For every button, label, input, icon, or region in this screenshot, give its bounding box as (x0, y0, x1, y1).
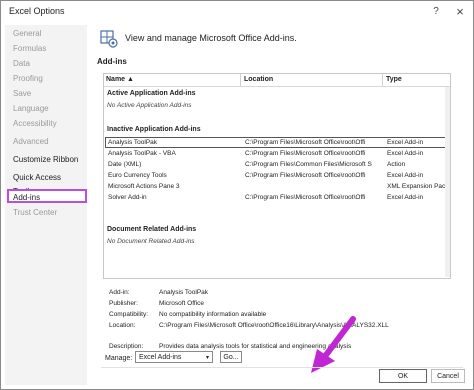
sidebar-item-quick-access-toolbar[interactable]: Quick Access Toolbar (9, 171, 85, 196)
cancel-button[interactable]: Cancel (431, 369, 465, 383)
addin-name: Euro Currency Tools (108, 172, 167, 179)
chevron-down-icon: ▾ (205, 355, 209, 361)
addin-location: C:\Program Files\Microsoft Office\root\O… (245, 139, 366, 146)
manage-dropdown-value: Excel Add-ins (139, 354, 182, 361)
addin-type: XML Expansion Pack (387, 183, 449, 190)
addin-type: Excel Add-in (387, 150, 424, 157)
sidebar-item-add-ins[interactable]: Add-ins (7, 189, 87, 203)
group-title-document: Document Related Add-ins (107, 226, 197, 233)
sidebar-item-data[interactable]: Data (9, 57, 85, 71)
detail-label-location: Location: (109, 322, 136, 329)
window-title: Excel Options (9, 6, 65, 16)
detail-label-publisher: Publisher: (109, 300, 138, 307)
list-item[interactable]: Analysis ToolPak - VBA C:\Program Files\… (105, 149, 449, 160)
addin-location: C:\Program Files\Microsoft Office\root\O… (245, 150, 366, 157)
group-title-active: Active Application Add-ins (107, 90, 196, 97)
column-separator[interactable] (382, 74, 383, 86)
list-item[interactable]: Solver Add-in C:\Program Files\Microsoft… (105, 193, 449, 204)
addin-name: Analysis ToolPak - VBA (108, 150, 176, 157)
annotation-arrow-icon (311, 316, 356, 373)
title-bar: Excel Options ? × (1, 1, 473, 23)
sidebar-item-save[interactable]: Save (9, 87, 85, 101)
detail-value-compatibility: No compatibility information available (159, 311, 267, 318)
column-separator[interactable] (240, 74, 241, 86)
group-title-inactive: Inactive Application Add-ins (107, 126, 201, 133)
list-item[interactable]: Euro Currency Tools C:\Program Files\Mic… (105, 171, 449, 182)
addin-type: Action (387, 161, 406, 168)
ok-button[interactable]: OK (379, 369, 427, 383)
sidebar-item-general[interactable]: General (9, 27, 85, 41)
add-ins-section-title: Add-ins (97, 57, 127, 66)
close-button[interactable]: × (451, 3, 469, 21)
sidebar-item-language[interactable]: Language (9, 102, 85, 116)
addin-type: Excel Add-in (387, 194, 424, 201)
column-header-location[interactable]: Location (242, 75, 273, 85)
panel-header: View and manage Microsoft Office Add-ins… (125, 33, 297, 43)
go-button[interactable]: Go... (220, 351, 242, 363)
sidebar-item-advanced[interactable]: Advanced (9, 135, 85, 149)
addin-location: C:\Program Files\Microsoft Office\root\O… (245, 172, 366, 179)
detail-label-description: Description: (109, 343, 144, 350)
list-item[interactable]: Microsoft Actions Pane 3 XML Expansion P… (105, 182, 449, 193)
addin-name: Date (XML) (108, 161, 142, 168)
add-ins-gear-icon (100, 30, 118, 48)
addin-name: Solver Add-in (108, 194, 147, 201)
group-empty-document: No Document Related Add-ins (107, 238, 195, 245)
addin-type: Excel Add-in (387, 139, 424, 146)
list-header: Name ▲ Location Type (104, 74, 450, 87)
manage-label: Manage: (105, 355, 133, 362)
column-header-type[interactable]: Type (384, 75, 402, 85)
detail-label-addin: Add-in: (109, 289, 130, 296)
addin-location: C:\Program Files\Common Files\Microsoft … (245, 161, 372, 168)
addin-name: Microsoft Actions Pane 3 (108, 183, 180, 190)
list-item[interactable]: Analysis ToolPak C:\Program Files\Micros… (105, 137, 449, 148)
excel-options-dialog: Excel Options ? × General Formulas Data … (0, 0, 474, 390)
options-sidebar: General Formulas Data Proofing Save Lang… (5, 25, 87, 385)
help-button[interactable]: ? (427, 3, 445, 21)
sidebar-item-customize-ribbon[interactable]: Customize Ribbon (9, 153, 85, 167)
add-ins-panel: View and manage Microsoft Office Add-ins… (95, 25, 469, 385)
detail-value-publisher: Microsoft Office (159, 300, 205, 307)
group-empty-active: No Active Application Add-ins (107, 102, 192, 109)
sidebar-item-formulas[interactable]: Formulas (9, 42, 85, 56)
add-ins-list[interactable]: Name ▲ Location Type Active Application … (103, 73, 451, 279)
detail-label-compatibility: Compatibility: (109, 311, 149, 318)
addin-location: C:\Program Files\Microsoft Office\root\O… (245, 194, 366, 201)
list-scrollbar[interactable] (445, 87, 450, 277)
addin-type: Excel Add-in (387, 172, 424, 179)
column-header-name[interactable]: Name ▲ (104, 75, 134, 85)
sidebar-item-accessibility[interactable]: Accessibility (9, 117, 85, 131)
footer-divider (101, 367, 463, 368)
sidebar-item-trust-center[interactable]: Trust Center (9, 206, 85, 220)
sidebar-item-proofing[interactable]: Proofing (9, 72, 85, 86)
manage-dropdown[interactable]: Excel Add-ins ▾ (135, 351, 213, 363)
addin-name: Analysis ToolPak (108, 139, 158, 146)
list-item[interactable]: Date (XML) C:\Program Files\Common Files… (105, 160, 449, 171)
detail-value-addin: Analysis ToolPak (159, 289, 209, 296)
